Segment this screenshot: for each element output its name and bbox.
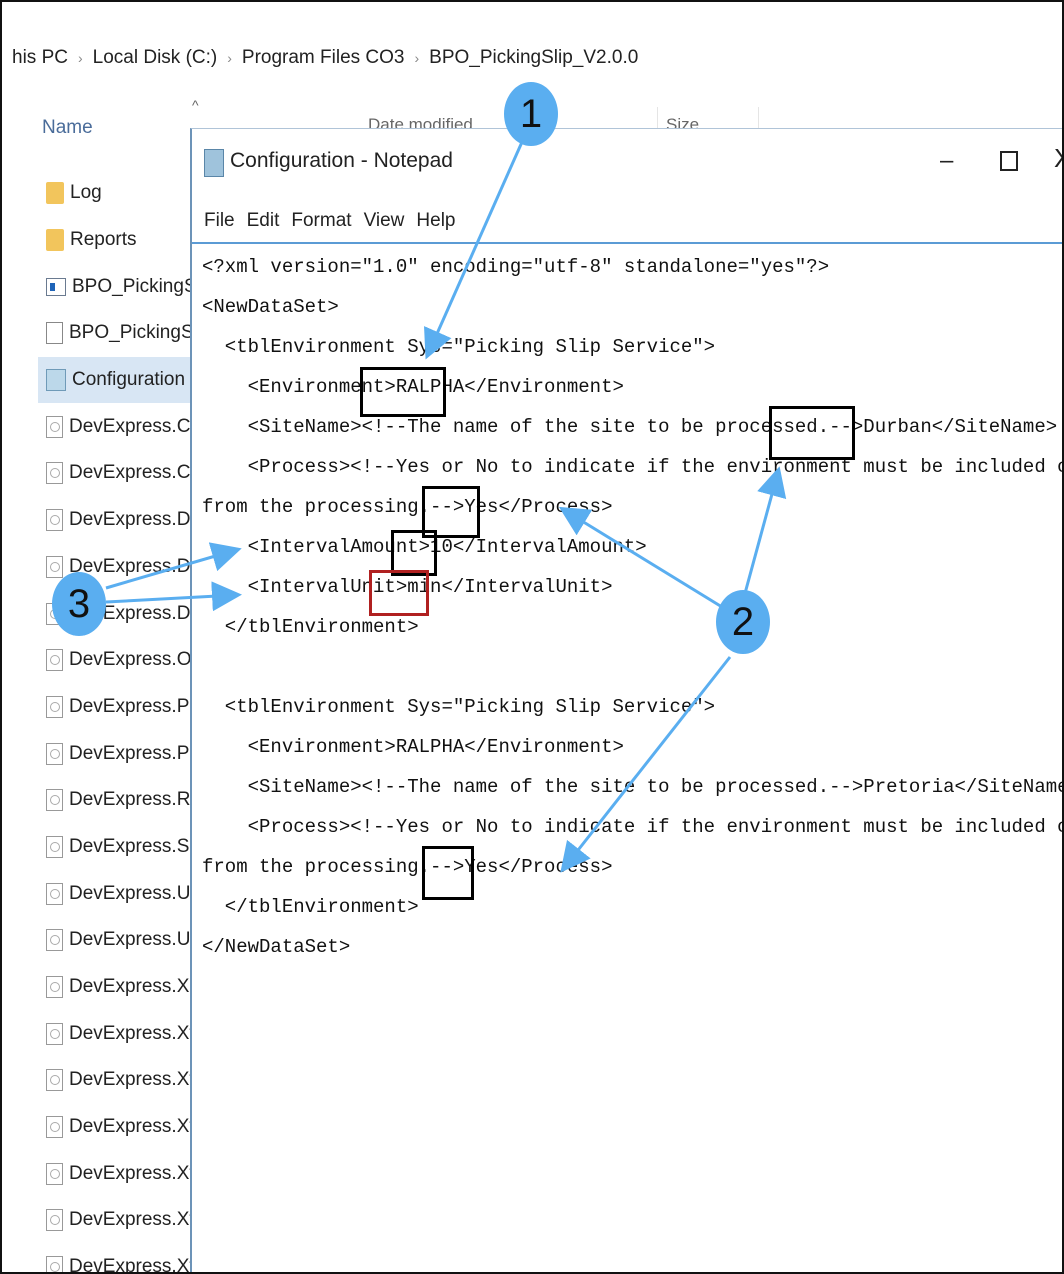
callout-1: 1 <box>504 82 558 146</box>
arrow-2-process-2 <box>560 656 732 873</box>
arrow-2-process <box>558 506 723 609</box>
arrow-2-sitename <box>742 466 787 598</box>
arrow-3-unit <box>105 581 242 612</box>
arrow-1 <box>424 141 524 360</box>
arrow-3-amount <box>105 542 242 590</box>
annotation-arrows <box>105 141 787 873</box>
callout-2: 2 <box>716 590 770 654</box>
callout-3: 3 <box>52 572 106 636</box>
screenshot-frame: his PC › Local Disk (C:) › Program Files… <box>0 0 1064 1274</box>
